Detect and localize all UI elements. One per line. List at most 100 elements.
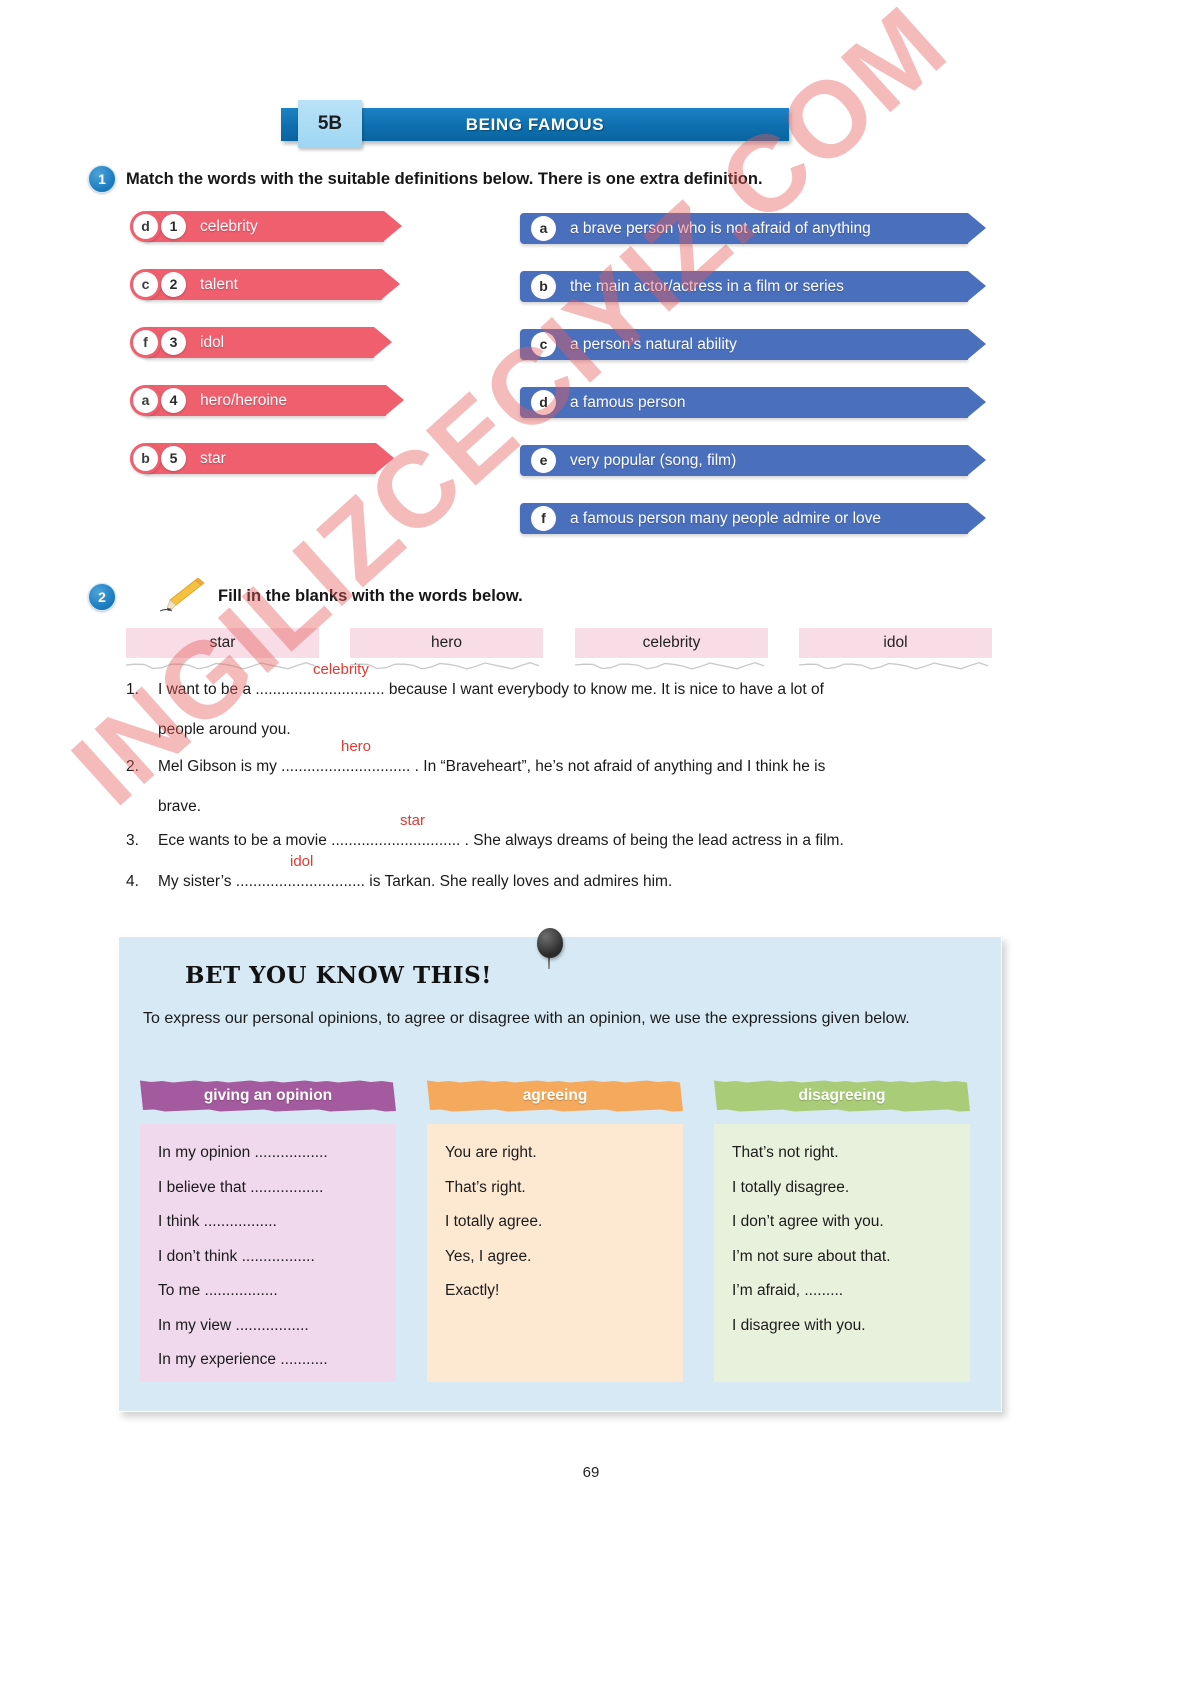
expression-column-heading: disagreeing bbox=[798, 1087, 886, 1104]
word-label: talent bbox=[200, 276, 238, 293]
word-bank-item[interactable]: idol bbox=[798, 628, 992, 670]
word-answer-badge[interactable]: d bbox=[130, 211, 161, 242]
handwritten-answer: idol bbox=[290, 853, 314, 870]
exercise-1-instruction: Match the words with the suitable defini… bbox=[126, 170, 763, 188]
word-answer-badge[interactable]: c bbox=[130, 269, 161, 300]
definition-text: very popular (song, film) bbox=[570, 452, 737, 469]
definition-pill-arrow bbox=[968, 213, 986, 243]
definition-letter-badge[interactable]: a bbox=[528, 213, 559, 244]
expression-item: In my view ................. bbox=[158, 1316, 309, 1334]
definition-letter: d bbox=[531, 390, 556, 415]
definition-letter: b bbox=[531, 274, 556, 299]
exercise-2-number: 2 bbox=[88, 583, 116, 611]
pencil-icon bbox=[159, 578, 205, 612]
word-answer-letter: d bbox=[133, 214, 158, 239]
word-number-badge: 1 bbox=[161, 214, 186, 239]
unit-code-badge: 5B bbox=[298, 100, 362, 148]
sentence-text: Mel Gibson is my .......................… bbox=[158, 758, 826, 775]
word-pill-arrow bbox=[384, 211, 402, 241]
expression-item: I disagree with you. bbox=[732, 1316, 866, 1334]
word-label: celebrity bbox=[200, 218, 258, 235]
infobox-title: BET YOU KNOW THIS! bbox=[185, 962, 492, 989]
worksheet-page: BEING FAMOUS 5B 1 Match the words with t… bbox=[0, 0, 1182, 1684]
word-bank-label: hero bbox=[430, 634, 463, 651]
definition-pill-arrow bbox=[968, 387, 986, 417]
expression-column-heading: agreeing bbox=[522, 1087, 588, 1104]
sentence-text: My sister’s ............................… bbox=[158, 873, 673, 890]
handwritten-answer: hero bbox=[341, 738, 372, 755]
definition-letter: f bbox=[531, 506, 556, 531]
expression-item: I don’t agree with you. bbox=[732, 1213, 884, 1230]
expression-item: I totally disagree. bbox=[732, 1178, 850, 1196]
expression-item: I’m afraid, ......... bbox=[732, 1282, 844, 1299]
word-bank-item[interactable]: celebrity bbox=[574, 628, 768, 670]
word-bank-item[interactable]: star bbox=[125, 628, 319, 670]
expression-item: I totally agree. bbox=[445, 1213, 543, 1230]
expression-item: That’s not right. bbox=[732, 1144, 839, 1161]
sentence-number: 1. bbox=[126, 681, 139, 698]
expression-item: I think ................. bbox=[158, 1213, 277, 1230]
word-label: hero/heroine bbox=[200, 392, 288, 409]
word-answer-letter: f bbox=[133, 330, 158, 355]
word-number-badge: 5 bbox=[161, 446, 186, 471]
word-bank-label: celebrity bbox=[642, 634, 701, 651]
definition-letter: c bbox=[531, 332, 556, 357]
word-label: idol bbox=[200, 334, 225, 351]
definition-pill-arrow bbox=[968, 445, 986, 475]
word-answer-letter: a bbox=[133, 388, 158, 413]
expression-item: I believe that ................. bbox=[158, 1178, 324, 1196]
expression-item: I don’t think ................. bbox=[158, 1247, 315, 1265]
definition-letter-badge[interactable]: d bbox=[528, 387, 559, 418]
definition-pill-arrow bbox=[968, 329, 986, 359]
definition-text: a famous person many people admire or lo… bbox=[570, 510, 882, 527]
word-number-badge: 3 bbox=[161, 330, 186, 355]
sentence-number: 2. bbox=[126, 758, 139, 775]
expression-item: Yes, I agree. bbox=[445, 1247, 532, 1265]
handwritten-answer: celebrity bbox=[313, 661, 369, 678]
expression-item: In my experience ........... bbox=[158, 1351, 328, 1368]
word-bank-label: star bbox=[209, 634, 236, 651]
definition-letter-badge[interactable]: f bbox=[528, 503, 559, 534]
word-number-badge: 4 bbox=[161, 388, 186, 413]
expression-column-header: giving an opinion bbox=[140, 1079, 396, 1113]
expression-item: Exactly! bbox=[445, 1282, 500, 1299]
expression-column-heading: giving an opinion bbox=[203, 1087, 333, 1104]
sentence-number: 3. bbox=[126, 832, 139, 849]
expression-column-header: disagreeing bbox=[714, 1079, 970, 1113]
word-pill-arrow bbox=[376, 443, 394, 473]
word-answer-letter: b bbox=[133, 446, 158, 471]
word-bank-item[interactable]: hero bbox=[349, 628, 543, 670]
definition-letter: a bbox=[531, 216, 556, 241]
expression-item: I’m not sure about that. bbox=[732, 1247, 891, 1265]
word-label: star bbox=[200, 450, 226, 467]
expression-item: In my opinion ................. bbox=[158, 1144, 328, 1161]
sentence-text: Ece wants to be a movie ................… bbox=[158, 832, 844, 849]
expression-column-body: In my opinion ................. I believe… bbox=[140, 1124, 396, 1382]
word-answer-badge[interactable]: b bbox=[130, 443, 161, 474]
expression-item: To me ................. bbox=[158, 1282, 278, 1299]
definition-text: a person’s natural ability bbox=[570, 336, 737, 353]
definition-text: a famous person bbox=[570, 394, 686, 411]
sentence-text-line2: people around you. bbox=[158, 721, 291, 738]
definition-pill-arrow bbox=[968, 503, 986, 533]
torn-edge bbox=[574, 657, 768, 670]
definition-pill-arrow bbox=[968, 271, 986, 301]
expression-column-header: agreeing bbox=[427, 1079, 683, 1113]
sentence-text: I want to be a .........................… bbox=[158, 681, 824, 698]
page-number: 69 bbox=[582, 1464, 600, 1481]
handwritten-answer: star bbox=[400, 812, 426, 829]
word-answer-badge[interactable]: f bbox=[130, 327, 161, 358]
sentence-number: 4. bbox=[126, 873, 139, 890]
definition-letter-badge[interactable]: c bbox=[528, 329, 559, 360]
word-pill-arrow bbox=[386, 385, 404, 415]
pushpin-icon bbox=[537, 928, 563, 958]
definition-text: the main actor/actress in a film or seri… bbox=[570, 278, 844, 295]
exercise-2-instruction: Fill in the blanks with the words below. bbox=[218, 587, 523, 605]
definition-letter-badge[interactable]: e bbox=[528, 445, 559, 476]
definition-letter-badge[interactable]: b bbox=[528, 271, 559, 302]
word-answer-letter: c bbox=[133, 272, 158, 297]
definition-letter: e bbox=[531, 448, 556, 473]
word-answer-badge[interactable]: a bbox=[130, 385, 161, 416]
definition-text: a brave person who is not afraid of anyt… bbox=[570, 220, 871, 237]
word-pill-arrow bbox=[374, 327, 392, 357]
